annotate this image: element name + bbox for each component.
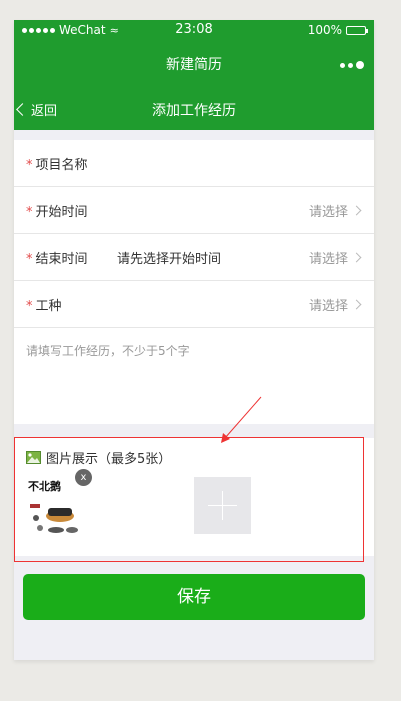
required-mark: * xyxy=(26,158,33,173)
battery-status: 100% xyxy=(307,23,368,37)
chevron-right-icon xyxy=(351,205,362,216)
project-name-field[interactable]: * 项目名称 xyxy=(14,140,374,187)
required-mark: * xyxy=(26,299,33,314)
job-type-picker[interactable]: * 工种 请选择 xyxy=(14,281,374,328)
more-menu-icon[interactable] xyxy=(340,61,364,69)
battery-percent: 100% xyxy=(307,23,342,37)
save-button[interactable]: 保存 xyxy=(23,574,365,620)
description-placeholder: 请填写工作经历，不少于5个字 xyxy=(26,344,190,358)
annotation-arrow-icon xyxy=(221,396,262,443)
annotation-highlight-box xyxy=(14,437,364,562)
chevron-right-icon xyxy=(351,299,362,310)
nav-bar: 返回 添加工作经历 xyxy=(14,98,374,126)
phone-screen: WeChat ≈ 23:08 100% 新建简历 返回 添加工作经历 * 项目名称… xyxy=(14,20,374,660)
app-title: 新建简历 xyxy=(166,57,222,73)
job-type-label: * 工种 xyxy=(26,295,62,314)
start-time-label: * 开始时间 xyxy=(26,201,88,220)
start-time-text: 开始时间 xyxy=(35,205,88,220)
work-experience-form: * 项目名称 * 开始时间 请选择 * 结束时间 请先选择开始时间 请选择 * 工种 请… xyxy=(14,140,374,424)
required-mark: * xyxy=(26,252,33,267)
required-mark: * xyxy=(26,205,33,220)
header: WeChat ≈ 23:08 100% 新建简历 返回 添加工作经历 xyxy=(14,20,374,130)
end-time-label: * 结束时间 xyxy=(26,248,88,267)
end-time-picker[interactable]: * 结束时间 请先选择开始时间 请选择 xyxy=(14,234,374,281)
chevron-right-icon xyxy=(351,252,362,263)
job-type-value: 请选择 xyxy=(308,299,348,314)
end-time-text: 结束时间 xyxy=(35,252,88,267)
end-time-hint: 请先选择开始时间 xyxy=(117,252,222,267)
end-time-value: 请选择 xyxy=(308,252,348,267)
description-textarea[interactable]: 请填写工作经历，不少于5个字 xyxy=(14,328,374,424)
status-bar: WeChat ≈ 23:08 100% xyxy=(14,20,374,42)
job-type-text: 工种 xyxy=(35,299,62,314)
project-name-label: * 项目名称 xyxy=(26,154,88,173)
project-name-text: 项目名称 xyxy=(35,158,88,173)
page-title: 添加工作经历 xyxy=(152,103,236,119)
battery-icon xyxy=(346,25,368,35)
start-time-picker[interactable]: * 开始时间 请选择 xyxy=(14,187,374,234)
start-time-value: 请选择 xyxy=(308,205,348,220)
